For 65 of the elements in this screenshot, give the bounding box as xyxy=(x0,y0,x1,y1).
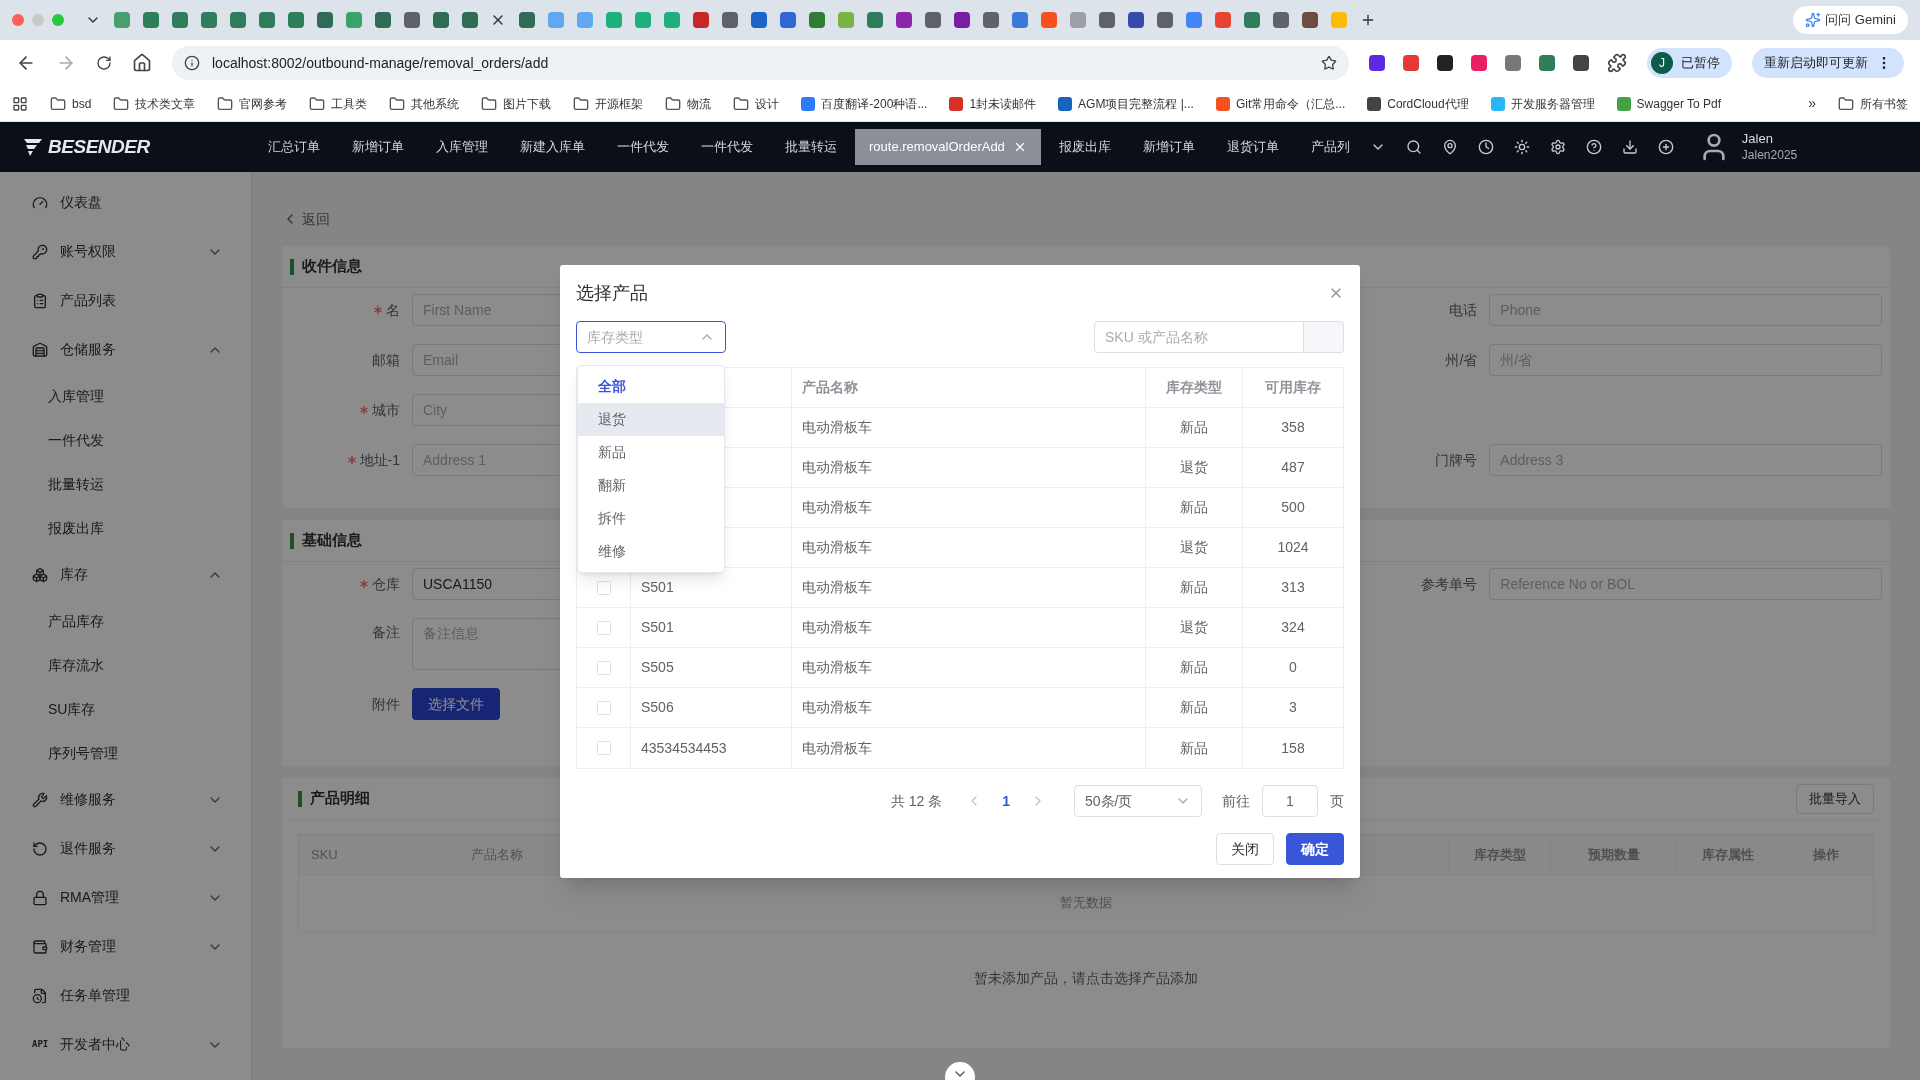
field-label: 电话 xyxy=(1449,300,1478,320)
field-label: 名 xyxy=(386,300,400,320)
table-cell: 电动滑板车 xyxy=(792,688,1146,727)
column-header: 可用库存 xyxy=(1264,378,1322,397)
url-text: localhost:8002/outbound-manage/removal_orders/add xyxy=(212,53,550,73)
table-cell-text: 324 xyxy=(1280,618,1306,637)
field-label: 备注 xyxy=(371,623,401,642)
table-cell-text: S501 xyxy=(641,618,674,637)
table-cell: 电动滑板车 xyxy=(792,528,1146,567)
table-cell: 电动滑板车 xyxy=(792,448,1146,487)
total-count: 共 12 条 xyxy=(890,791,943,811)
column-header: 库存属性 xyxy=(1676,835,1778,874)
field-label: 州/省 xyxy=(1445,350,1478,370)
goto-label: 前往 xyxy=(1222,791,1250,811)
column-header: 预期数量 xyxy=(1550,835,1676,874)
table-cell-text: 1024 xyxy=(1276,538,1310,557)
table-cell: 电动滑板车 xyxy=(792,728,1146,768)
table-cell: 电动滑板车 xyxy=(792,488,1146,527)
column-header: SKU xyxy=(299,835,459,874)
table-cell-text: 500 xyxy=(1280,498,1306,517)
column-header: 库存类型 xyxy=(1448,835,1550,874)
table-cell: 新品 xyxy=(1146,728,1243,768)
table-cell: 新品 xyxy=(1146,688,1243,727)
field-label: 仓库 xyxy=(372,574,400,594)
field-label: 城市 xyxy=(372,400,400,420)
page-unit: 页 xyxy=(1330,791,1344,811)
profile-avatar: J xyxy=(1651,52,1673,74)
field-label: 参考单号 xyxy=(1421,574,1478,594)
table-cell-text: 3 xyxy=(1288,698,1298,717)
table-cell-text: 158 xyxy=(1280,738,1306,758)
section-title: 收件信息 xyxy=(302,256,362,277)
brand-name: BESENDER xyxy=(48,134,150,159)
table-cell: 电动滑板车 xyxy=(792,568,1146,607)
table-cell: 新品 xyxy=(1146,408,1243,447)
table-cell: 新品 xyxy=(1146,568,1243,607)
field-label: 邮箱 xyxy=(372,350,400,370)
user-account: Jalen2025 xyxy=(1741,147,1798,163)
table-cell: 电动滑板车 xyxy=(792,648,1146,687)
column-header: 库存类型 xyxy=(1146,368,1243,407)
empty-hint: 暂未添加产品，请点击选择产品添加 xyxy=(974,969,1198,988)
table-cell: 退货 xyxy=(1146,528,1243,567)
table-cell-text: 487 xyxy=(1280,458,1306,477)
table-cell-text: S505 xyxy=(641,658,674,677)
table-cell-text: 313 xyxy=(1280,578,1306,597)
table-cell: 电动滑板车 xyxy=(792,408,1146,447)
field-label: 门牌号 xyxy=(1435,450,1478,470)
table-cell-text: S501 xyxy=(641,578,674,597)
table-cell: 新品 xyxy=(1146,488,1243,527)
table-cell: 退货 xyxy=(1146,448,1243,487)
table-cell-text: 0 xyxy=(1288,658,1298,677)
table-cell-text: 358 xyxy=(1280,418,1306,437)
api-icon: API xyxy=(32,1037,48,1052)
column-header: 操作 xyxy=(1778,835,1873,874)
table-cell: 退货 xyxy=(1146,608,1243,647)
section-title: 基础信息 xyxy=(302,530,362,551)
field-label: 地址-1 xyxy=(359,450,400,470)
column-header: 产品名称 xyxy=(792,368,1146,407)
field-label: 附件 xyxy=(371,694,401,714)
table-cell: 电动滑板车 xyxy=(792,608,1146,647)
table-cell: 新品 xyxy=(1146,648,1243,687)
dialog-title: 选择产品 xyxy=(576,281,648,305)
section-title: 产品明细 xyxy=(310,788,370,809)
user-name: Jalen xyxy=(1741,131,1774,148)
table-cell-text: S506 xyxy=(641,698,674,717)
table-cell-text: 43534534453 xyxy=(641,738,727,758)
